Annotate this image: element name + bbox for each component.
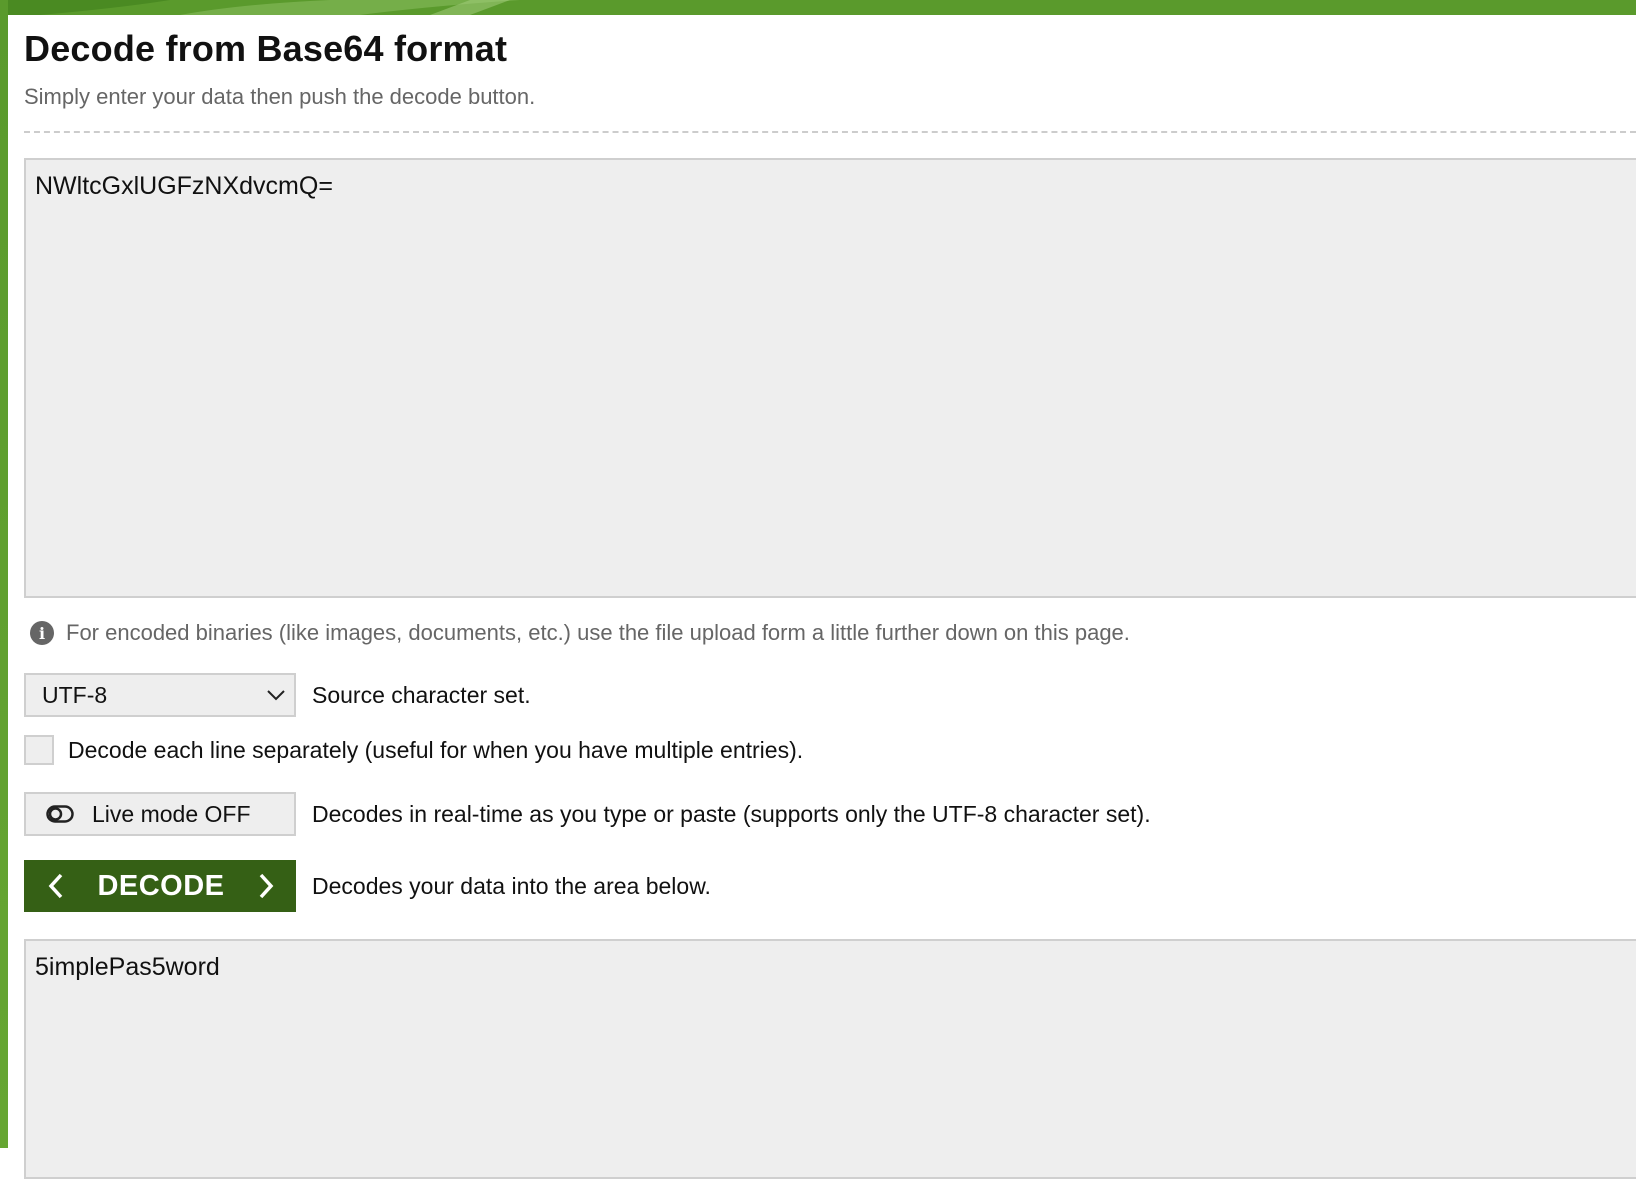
decode-row: DECODE Decodes your data into the area b… [24, 860, 711, 912]
left-accent-band [0, 0, 8, 1148]
header-decoration [0, 0, 1636, 15]
live-mode-row: Live mode OFF Decodes in real-time as yo… [24, 792, 1151, 836]
charset-row: UTF-8 Source character set. [24, 673, 531, 717]
page-subtitle: Simply enter your data then push the dec… [24, 84, 536, 109]
decode-description: Decodes your data into the area below. [312, 872, 711, 899]
decode-lines-label[interactable]: Decode each line separately (useful for … [68, 737, 803, 764]
info-icon: i [30, 621, 54, 645]
toggle-off-icon [46, 804, 74, 824]
header-band [0, 0, 1636, 15]
charset-description: Source character set. [312, 681, 531, 708]
dashed-divider [24, 131, 1636, 133]
base64-input-textarea[interactable]: NWltcGxlUGFzNXdvcmQ= [24, 158, 1636, 598]
charset-select[interactable]: UTF-8 [24, 673, 296, 717]
binary-upload-hint: i For encoded binaries (like images, doc… [30, 620, 1130, 646]
live-mode-description: Decodes in real-time as you type or past… [312, 800, 1151, 827]
live-mode-toggle[interactable]: Live mode OFF [24, 792, 296, 836]
decoded-output-textarea[interactable]: 5implePas5word [24, 939, 1636, 1179]
line-option-row: Decode each line separately (useful for … [24, 735, 803, 765]
live-mode-label: Live mode OFF [92, 800, 251, 827]
chevron-right-icon [259, 873, 274, 899]
binary-upload-hint-text: For encoded binaries (like images, docum… [66, 620, 1130, 645]
decode-lines-checkbox[interactable] [24, 735, 54, 765]
page-title: Decode from Base64 format [24, 28, 508, 69]
decode-button-label: DECODE [97, 869, 225, 902]
charset-select-value: UTF-8 [42, 681, 108, 708]
chevron-left-icon [48, 873, 63, 899]
chevron-down-icon [267, 690, 285, 701]
decode-button[interactable]: DECODE [24, 860, 296, 912]
